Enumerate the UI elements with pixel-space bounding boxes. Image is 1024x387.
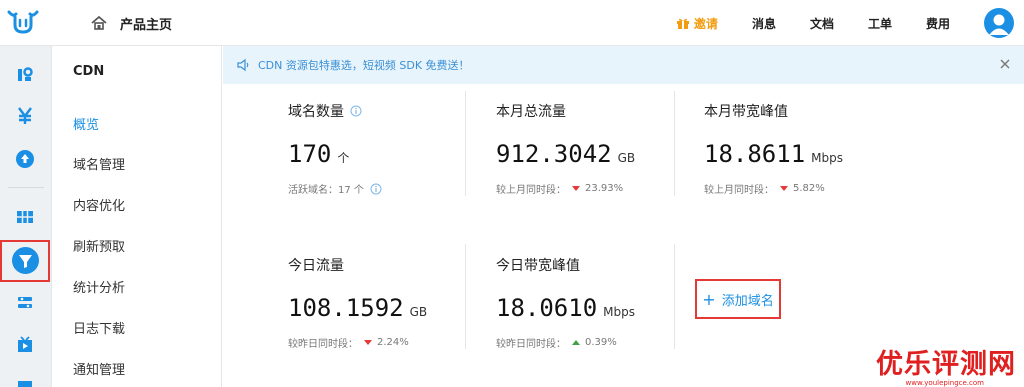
plus-icon: + — [702, 289, 716, 309]
stat-number: 18.8611 — [704, 140, 806, 168]
home-label: 产品主页 — [120, 17, 173, 33]
settings-sliders-icon[interactable] — [14, 292, 36, 314]
add-domain-button[interactable]: + 添加域名 — [695, 279, 781, 319]
cdn-funnel-icon — [19, 255, 32, 268]
kodo-storage-icon[interactable] — [14, 64, 36, 86]
nav-messages[interactable]: 消息 — [752, 15, 776, 32]
stat-number: 18.0610 — [496, 294, 598, 322]
user-avatar-icon — [989, 14, 1009, 35]
video-icon[interactable] — [14, 334, 36, 356]
stat-sub-text: 较上月同时段： — [704, 185, 774, 196]
column-divider — [674, 91, 675, 196]
nav-billing-label: 费用 — [925, 16, 950, 31]
column-divider — [674, 244, 675, 349]
upload-icon[interactable] — [14, 148, 36, 170]
close-icon[interactable] — [998, 57, 1012, 71]
stat-unit: Mbps — [603, 305, 635, 319]
sidebar-item-overview[interactable]: 概览 — [73, 114, 99, 133]
nav-billing[interactable]: 费用 — [926, 15, 950, 32]
stat-sub: 较上月同时段： 5.82% — [704, 181, 912, 196]
stat-label-text: 今日带宽峰值 — [496, 258, 580, 274]
stat-card-monthly-traffic: 本月总流量 912.3042 GB 较上月同时段： 23.93% — [496, 101, 704, 196]
yen-billing-icon[interactable] — [14, 105, 36, 127]
stat-label-text: 本月总流量 — [496, 104, 566, 120]
cdn-rail-item-highlighted[interactable] — [0, 240, 50, 282]
stat-sub: 较上月同时段： 23.93% — [496, 181, 704, 196]
nav-docs-label: 文档 — [809, 16, 834, 31]
sidebar-item-content-optimization[interactable]: 内容优化 — [73, 195, 125, 214]
grid-icon[interactable] — [14, 206, 36, 228]
stat-sub-text: 活跃域名：17 个 — [288, 185, 364, 196]
watermark: 优乐评测网 — [876, 349, 1016, 380]
column-divider — [465, 244, 466, 349]
sidebar-title: CDN — [73, 64, 105, 79]
stat-unit: GB — [617, 151, 636, 165]
stat-sub-text: 较上月同时段： — [496, 185, 566, 196]
stat-sub-text: 较昨日同时段： — [496, 339, 566, 350]
top-bar: 产品主页 邀请 消息 文档 工单 费用 — [0, 0, 1024, 46]
add-domain-label: 添加域名 — [721, 293, 774, 309]
trend-up-icon — [572, 340, 580, 345]
stat-change: 0.39% — [585, 337, 617, 348]
stat-change: 5.82% — [793, 183, 825, 194]
gift-icon — [676, 18, 689, 29]
nav-messages-label: 消息 — [751, 16, 776, 31]
sidebar-item-notifications[interactable]: 通知管理 — [73, 359, 125, 378]
trend-down-icon — [572, 186, 580, 191]
trend-down-icon — [780, 186, 788, 191]
avatar[interactable] — [984, 8, 1014, 38]
stat-number: 912.3042 — [496, 140, 612, 168]
sidebar-item-statistics[interactable]: 统计分析 — [73, 277, 125, 296]
nav-docs[interactable]: 文档 — [810, 15, 834, 32]
top-nav: 邀请 消息 文档 工单 费用 — [676, 0, 1024, 46]
nav-invite[interactable]: 邀请 — [676, 15, 718, 32]
notice-text[interactable]: CDN 资源包特惠选，短视频 SDK 免费送！ — [258, 57, 470, 73]
stat-value: 18.0610 Mbps — [496, 294, 704, 322]
stat-number: 108.1592 — [288, 294, 404, 322]
stat-change: 2.24% — [377, 337, 409, 348]
stat-unit: Mbps — [811, 151, 843, 165]
sidebar-item-refresh-prefetch[interactable]: 刷新预取 — [73, 236, 125, 255]
stat-unit: GB — [409, 305, 428, 319]
rail-divider — [8, 187, 44, 188]
cdn-sidebar: CDN 概览 域名管理 内容优化 刷新预取 统计分析 日志下载 通知管理 — [52, 46, 222, 387]
nav-tickets-label: 工单 — [867, 16, 892, 31]
promo-notice-bar: CDN 资源包特惠选，短视频 SDK 免费送！ — [223, 46, 1024, 84]
sidebar-item-domain-management[interactable]: 域名管理 — [73, 154, 125, 173]
stat-sub-text: 较昨日同时段： — [288, 339, 358, 350]
stat-label: 本月带宽峰值 — [704, 101, 912, 121]
stat-change: 23.93% — [585, 183, 624, 194]
speaker-icon — [237, 58, 249, 72]
nav-tickets[interactable]: 工单 — [868, 15, 892, 32]
stat-card-monthly-peak-bandwidth: 本月带宽峰值 18.8611 Mbps 较上月同时段： 5.82% — [704, 101, 912, 196]
info-icon[interactable] — [370, 183, 382, 195]
stat-label-text: 今日流量 — [288, 258, 344, 274]
stat-label: 本月总流量 — [496, 101, 704, 121]
more-product-icon[interactable] — [14, 376, 36, 387]
info-icon[interactable] — [350, 105, 362, 117]
stat-label: 今日带宽峰值 — [496, 255, 704, 275]
home-icon — [91, 15, 107, 30]
cdn-badge — [12, 247, 39, 274]
stat-value: 18.8611 Mbps — [704, 140, 912, 168]
qiniu-logo-icon[interactable] — [6, 8, 40, 36]
sidebar-item-log-download[interactable]: 日志下载 — [73, 318, 125, 337]
stat-label-text: 本月带宽峰值 — [704, 104, 788, 120]
stat-number: 170 — [288, 140, 332, 168]
column-divider — [465, 91, 466, 196]
nav-invite-label: 邀请 — [693, 16, 718, 31]
stat-value: 912.3042 GB — [496, 140, 704, 168]
trend-down-icon — [364, 340, 372, 345]
watermark-sub: www.youlepingce.com — [905, 379, 984, 387]
stat-sub: 较昨日同时段： 0.39% — [496, 335, 704, 350]
stat-card-daily-peak-bandwidth: 今日带宽峰值 18.0610 Mbps 较昨日同时段： 0.39% — [496, 255, 704, 350]
home-link[interactable]: 产品主页 — [90, 12, 172, 34]
stat-label-text: 域名数量 — [288, 104, 344, 120]
product-rail — [0, 46, 52, 387]
stat-unit: 个 — [337, 151, 350, 165]
